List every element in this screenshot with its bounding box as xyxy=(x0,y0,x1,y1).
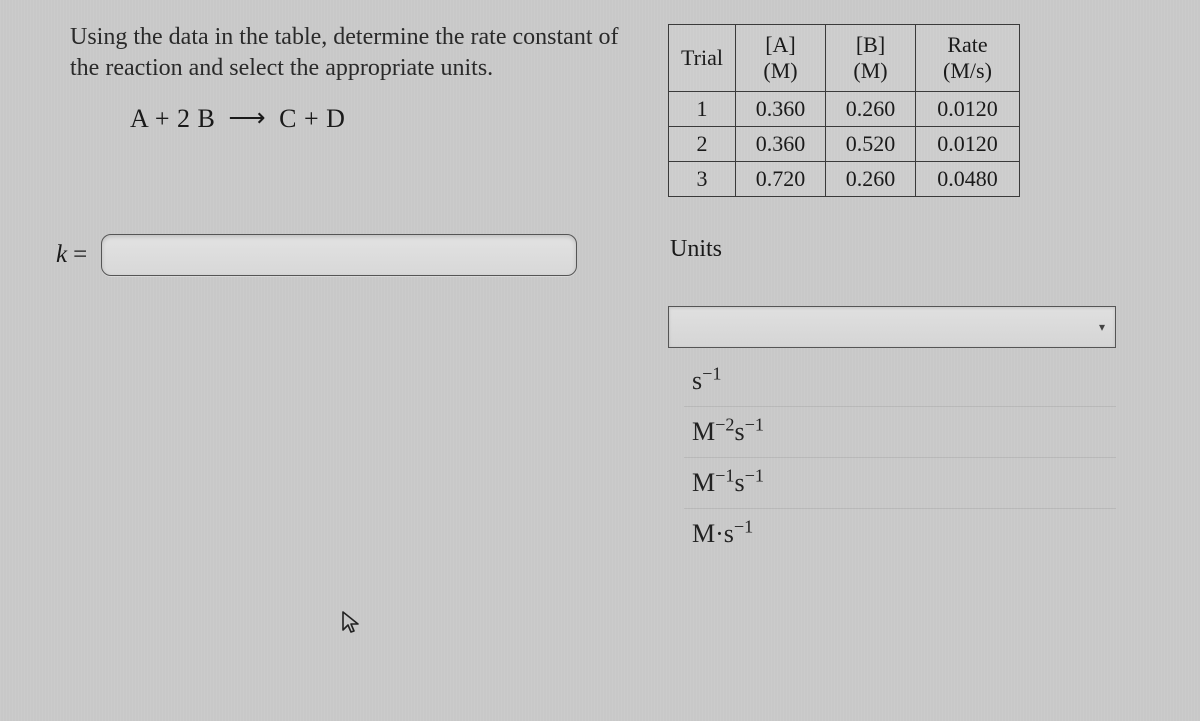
option-label: M·s−1 xyxy=(692,519,753,548)
data-table: Trial [A] (M) [B] (M) Rate (M/s) 1 0.360… xyxy=(668,24,1020,197)
cell-trial: 1 xyxy=(669,92,736,127)
cell-b: 0.520 xyxy=(825,127,915,162)
option-label: s−1 xyxy=(692,366,721,395)
units-option[interactable]: M−2s−1 xyxy=(684,407,1116,458)
units-label: Units xyxy=(670,236,722,263)
units-select[interactable]: ▾ xyxy=(668,306,1116,348)
option-label: M−1s−1 xyxy=(692,468,764,497)
table-header-row: Trial [A] (M) [B] (M) Rate (M/s) xyxy=(669,25,1020,92)
k-label: k= xyxy=(56,241,87,269)
table-row: 2 0.360 0.520 0.0120 xyxy=(669,127,1020,162)
cell-a: 0.720 xyxy=(735,162,825,197)
equation-right: C + D xyxy=(279,104,345,133)
k-value-input[interactable] xyxy=(101,234,577,276)
header-trial: Trial xyxy=(669,25,736,92)
units-option[interactable]: s−1 xyxy=(684,356,1116,407)
cell-rate: 0.0120 xyxy=(915,92,1019,127)
option-label: M−2s−1 xyxy=(692,417,764,446)
header-a: [A] (M) xyxy=(735,25,825,92)
table-row: 3 0.720 0.260 0.0480 xyxy=(669,162,1020,197)
cursor-icon xyxy=(340,610,362,643)
units-option[interactable]: M·s−1 xyxy=(684,509,1116,559)
cell-rate: 0.0480 xyxy=(915,162,1019,197)
header-rate: Rate (M/s) xyxy=(915,25,1019,92)
units-options-list: s−1 M−2s−1 M−1s−1 M·s−1 xyxy=(684,356,1116,559)
chevron-down-icon: ▾ xyxy=(1099,320,1105,335)
units-option[interactable]: M−1s−1 xyxy=(684,458,1116,509)
k-input-row: k= xyxy=(56,234,577,276)
equation-left: A + 2 B xyxy=(130,104,215,133)
question-container: Using the data in the table, determine t… xyxy=(0,0,1200,134)
cell-a: 0.360 xyxy=(735,92,825,127)
cell-b: 0.260 xyxy=(825,92,915,127)
cell-trial: 2 xyxy=(669,127,736,162)
arrow-icon: ⟶ xyxy=(228,103,266,133)
cell-b: 0.260 xyxy=(825,162,915,197)
cell-a: 0.360 xyxy=(735,127,825,162)
table-row: 1 0.360 0.260 0.0120 xyxy=(669,92,1020,127)
cell-rate: 0.0120 xyxy=(915,127,1019,162)
question-prompt: Using the data in the table, determine t… xyxy=(70,22,630,84)
cell-trial: 3 xyxy=(669,162,736,197)
header-b: [B] (M) xyxy=(825,25,915,92)
